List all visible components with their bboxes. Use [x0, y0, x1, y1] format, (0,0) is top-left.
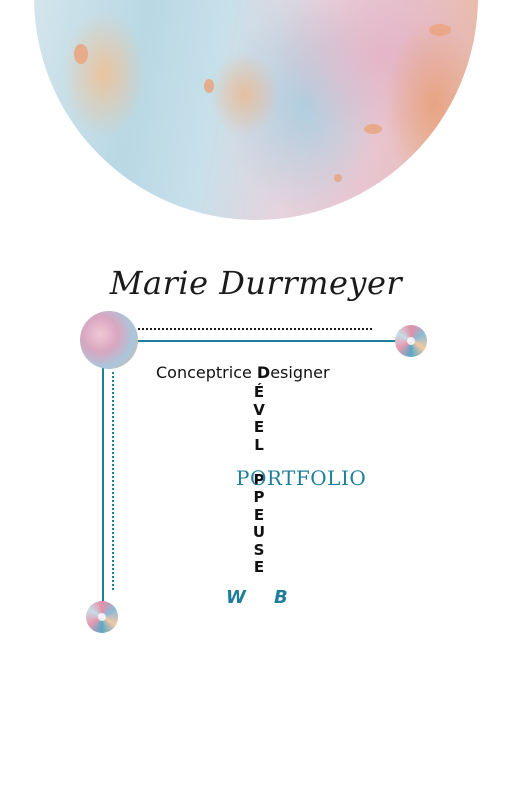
vertical-letter: E — [253, 418, 265, 436]
paint-splash — [364, 124, 382, 134]
paint-splash — [334, 174, 342, 182]
paint-burst-orb-icon — [86, 601, 118, 633]
vertical-letter: V — [253, 400, 265, 419]
designer-initial: D — [256, 363, 271, 382]
vertical-letter: P — [253, 488, 265, 506]
vertical-letter: E — [253, 558, 265, 576]
role-prefix: Conceptrice — [156, 363, 257, 382]
vertical-letter: E — [253, 505, 265, 524]
paint-splash — [429, 24, 451, 36]
vertical-letter: S — [253, 540, 265, 559]
portfolio-label: PORTFOLIO — [236, 466, 367, 490]
paint-splash — [204, 79, 214, 93]
designer-rest: esigner — [270, 363, 330, 382]
accent-line-vertical — [102, 340, 104, 602]
dotted-divider-vertical — [112, 372, 114, 590]
vertical-letter: U — [252, 523, 266, 541]
dotted-divider-horizontal — [138, 328, 372, 330]
role-line: Conceptrice Designer — [156, 363, 330, 382]
paint-orb-icon — [80, 311, 138, 369]
web-letter-w: W — [226, 587, 246, 608]
accent-line-horizontal — [106, 340, 412, 342]
web-letter-b: B — [274, 587, 288, 608]
paint-burst-orb-icon — [395, 325, 427, 357]
paint-splash — [74, 44, 88, 64]
name-title: Marie Durrmeyer — [109, 264, 403, 302]
vertical-letter: É — [253, 383, 265, 401]
vertical-letter: L — [254, 435, 264, 454]
hero-paint-circle — [34, 0, 478, 220]
